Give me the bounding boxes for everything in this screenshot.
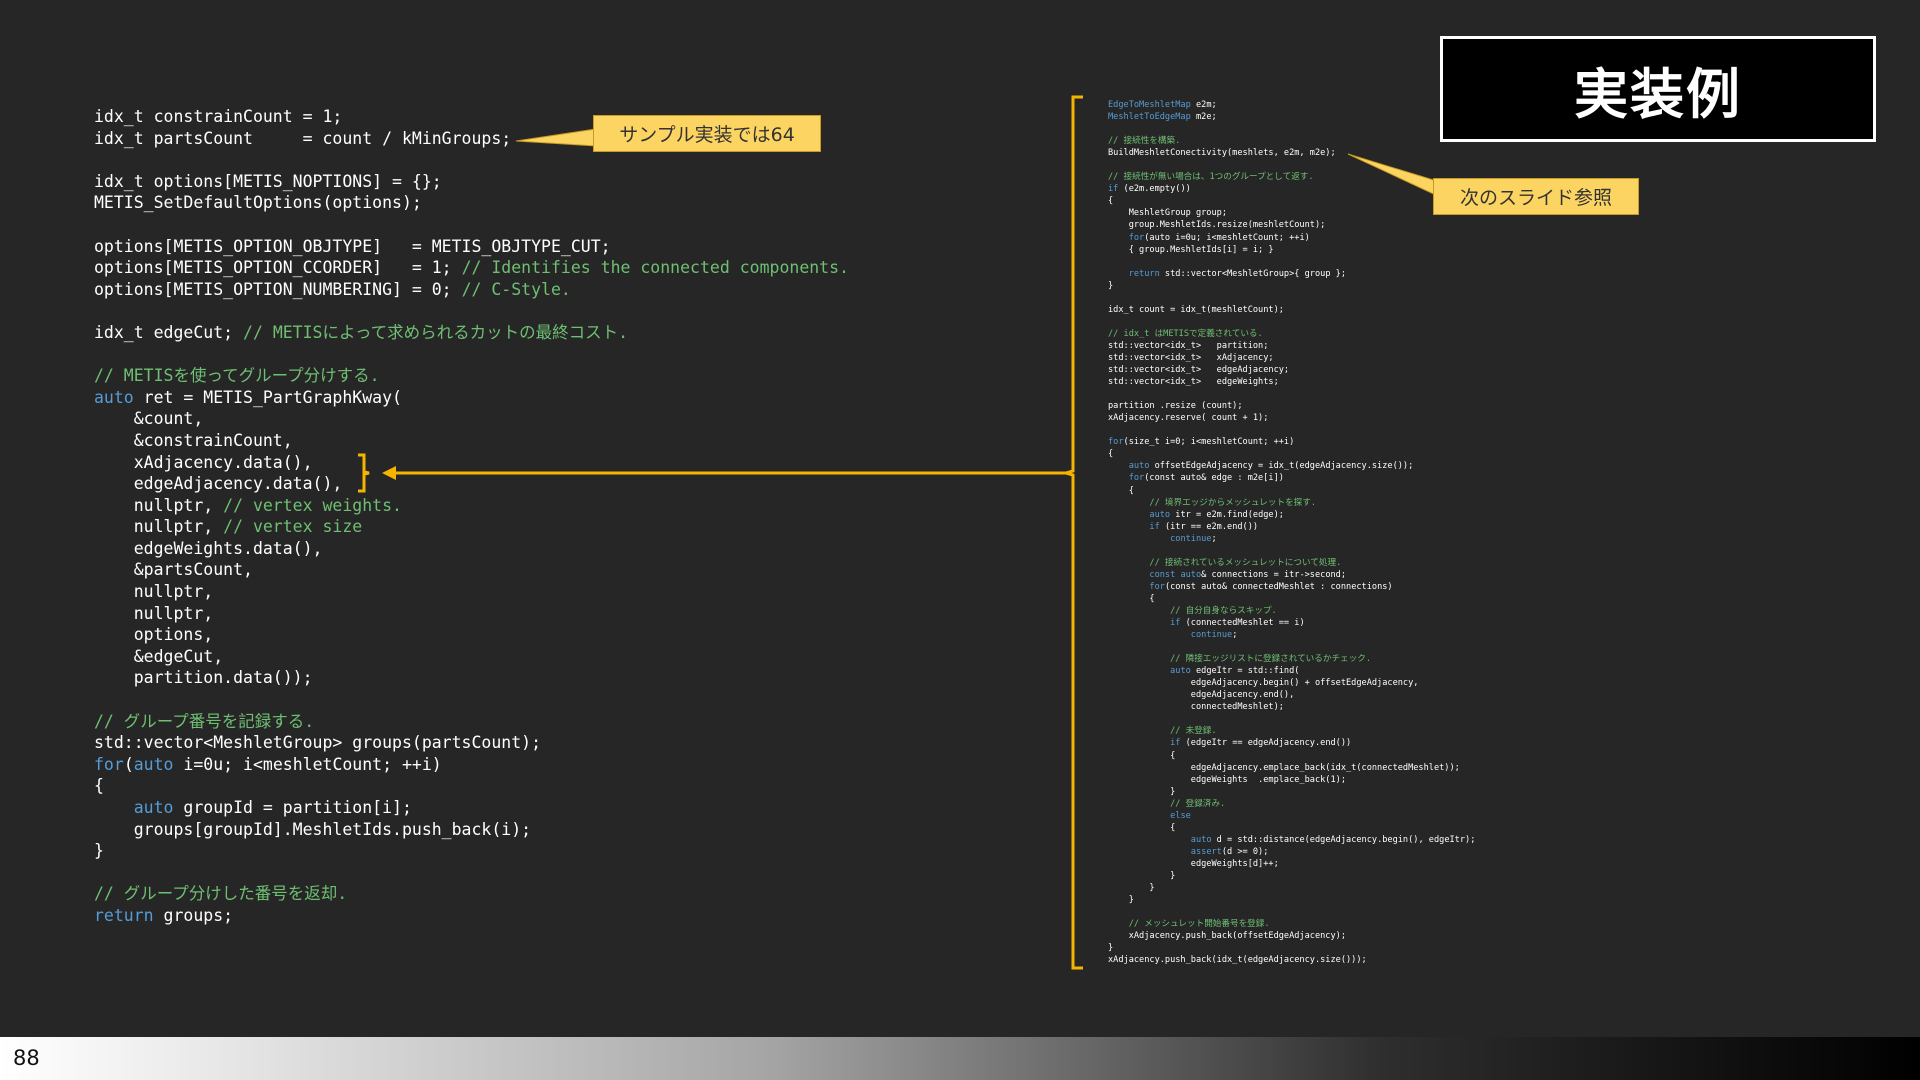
callout-sample-implementation: サンプル実装では64 [593, 115, 821, 152]
page-number: 88 [13, 1046, 40, 1070]
callout-next-slide: 次のスライド参照 [1433, 178, 1639, 215]
callout-sample-pointer [515, 128, 597, 147]
callout-next-pointer [1347, 153, 1441, 198]
side-code-bracket [1060, 95, 1083, 970]
annotation-graphics [358, 95, 1441, 970]
footer-bar [0, 1037, 1920, 1080]
bracket-arrow-head [382, 466, 396, 480]
main-code-bracket [358, 453, 370, 493]
